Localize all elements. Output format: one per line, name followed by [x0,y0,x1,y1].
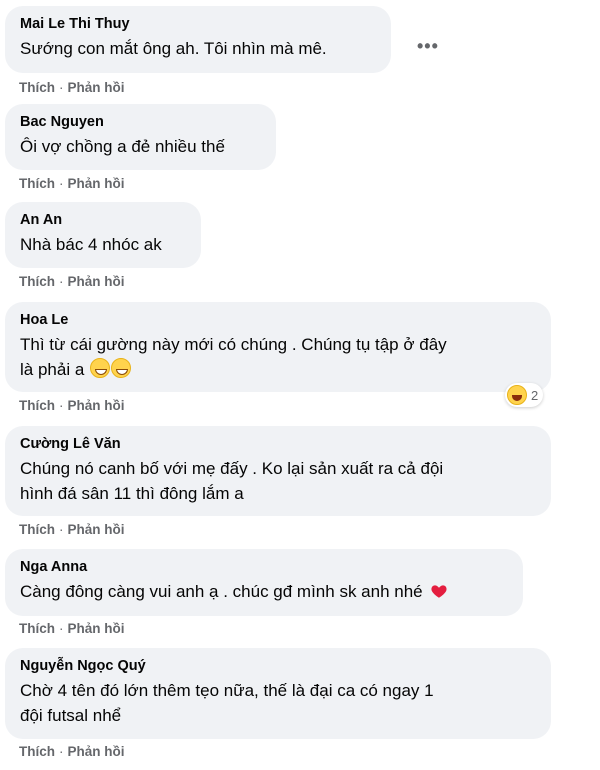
comment-author[interactable]: Mai Le Thi Thuy [20,15,376,34]
comment-author[interactable]: Hoa Le [20,311,536,330]
comment-text-line: Thì từ cái gường này mới có chúng . Chún… [20,335,447,354]
reply-link[interactable]: Phản hồi [68,522,125,537]
separator: · [59,398,64,413]
comment-bubble: Cường Lê Văn Chúng nó canh bố với mẹ đấy… [5,426,551,516]
like-link[interactable]: Thích [19,80,55,95]
more-options-icon[interactable]: ••• [417,36,439,57]
comment-actions: Thích · Phản hồi [19,744,125,759]
comment-actions: Thích · Phản hồi [19,176,125,191]
grinning-squinting-face-icon [111,358,132,378]
like-link[interactable]: Thích [19,522,55,537]
comment-actions: Thích · Phản hồi [19,621,125,636]
comment-text: Nhà bác 4 nhóc ak [20,235,162,254]
comment-bubble: Bac Nguyen Ôi vợ chồng a đẻ nhiều thế [5,104,276,170]
like-link[interactable]: Thích [19,744,55,759]
comment: Mai Le Thi Thuy Sướng con mắt ông ah. Tô… [5,6,438,95]
grinning-squinting-face-icon [90,358,111,378]
comment-text: Sướng con mắt ông ah. Tôi nhìn mà mê. [20,39,327,58]
reply-link[interactable]: Phản hồi [68,744,125,759]
like-link[interactable]: Thích [19,176,55,191]
separator: · [59,176,64,191]
reaction-badge[interactable]: 2 [505,383,544,407]
reply-link[interactable]: Phản hồi [68,621,125,636]
like-link[interactable]: Thích [19,621,55,636]
comment-actions: Thích · Phản hồi [19,522,125,537]
comment-text-line: là phải a [20,357,536,382]
laughing-face-icon [507,385,527,405]
reply-link[interactable]: Phản hồi [68,80,125,95]
separator: · [59,621,64,636]
comment: Hoa Le Thì từ cái gường này mới có chúng… [5,302,551,413]
comment: Nga Anna Càng đông càng vui anh ạ . chúc… [5,549,523,636]
comment-text-line: hình đá sân 11 thì đông lắm a [20,484,244,503]
like-link[interactable]: Thích [19,274,55,289]
reply-link[interactable]: Phản hồi [68,398,125,413]
comment-text: Ôi vợ chồng a đẻ nhiều thế [20,137,225,156]
comment-bubble: Nguyễn Ngọc Quý Chờ 4 tên đó lớn thêm tẹ… [5,648,551,739]
separator: · [59,522,64,537]
red-heart-icon [431,585,447,598]
comment-text-line: đội futsal nhể [20,706,122,725]
comment-author[interactable]: Nguyễn Ngọc Quý [20,657,536,676]
reply-link[interactable]: Phản hồi [68,274,125,289]
comment-bubble: An An Nhà bác 4 nhóc ak [5,202,201,268]
reply-link[interactable]: Phản hồi [68,176,125,191]
comment-text-segment: là phải a [20,360,85,379]
comment-text-line: Chúng nó canh bố với mẹ đấy . Ko lại sản… [20,459,444,478]
reaction-count: 2 [531,387,539,403]
comment-actions: Thích · Phản hồi [19,274,125,289]
comment-author[interactable]: Cường Lê Văn [20,435,536,454]
comment-actions: Thích · Phản hồi [19,398,125,413]
comment: Cường Lê Văn Chúng nó canh bố với mẹ đấy… [5,426,551,537]
separator: · [59,744,64,759]
like-link[interactable]: Thích [19,398,55,413]
comment-bubble: Nga Anna Càng đông càng vui anh ạ . chúc… [5,549,523,616]
comment-author[interactable]: Bac Nguyen [20,113,261,132]
comment-text-line: Càng đông càng vui anh ạ . chúc gđ mình … [20,579,508,604]
comment: Bac Nguyen Ôi vợ chồng a đẻ nhiều thế Th… [5,104,276,191]
comment-text-segment: Càng đông càng vui anh ạ . chúc gđ mình … [20,582,423,601]
comment-author[interactable]: Nga Anna [20,558,508,577]
comment: An An Nhà bác 4 nhóc ak Thích · Phản hồi [5,202,201,289]
separator: · [59,274,64,289]
comment-author[interactable]: An An [20,211,186,230]
comment: Nguyễn Ngọc Quý Chờ 4 tên đó lớn thêm tẹ… [5,648,551,759]
comment-bubble: Mai Le Thi Thuy Sướng con mắt ông ah. Tô… [5,6,391,73]
comment-actions: Thích · Phản hồi [19,80,125,95]
comment-text-line: Chờ 4 tên đó lớn thêm tẹo nữa, thế là đạ… [20,681,434,700]
separator: · [59,80,64,95]
comment-bubble: Hoa Le Thì từ cái gường này mới có chúng… [5,302,551,407]
